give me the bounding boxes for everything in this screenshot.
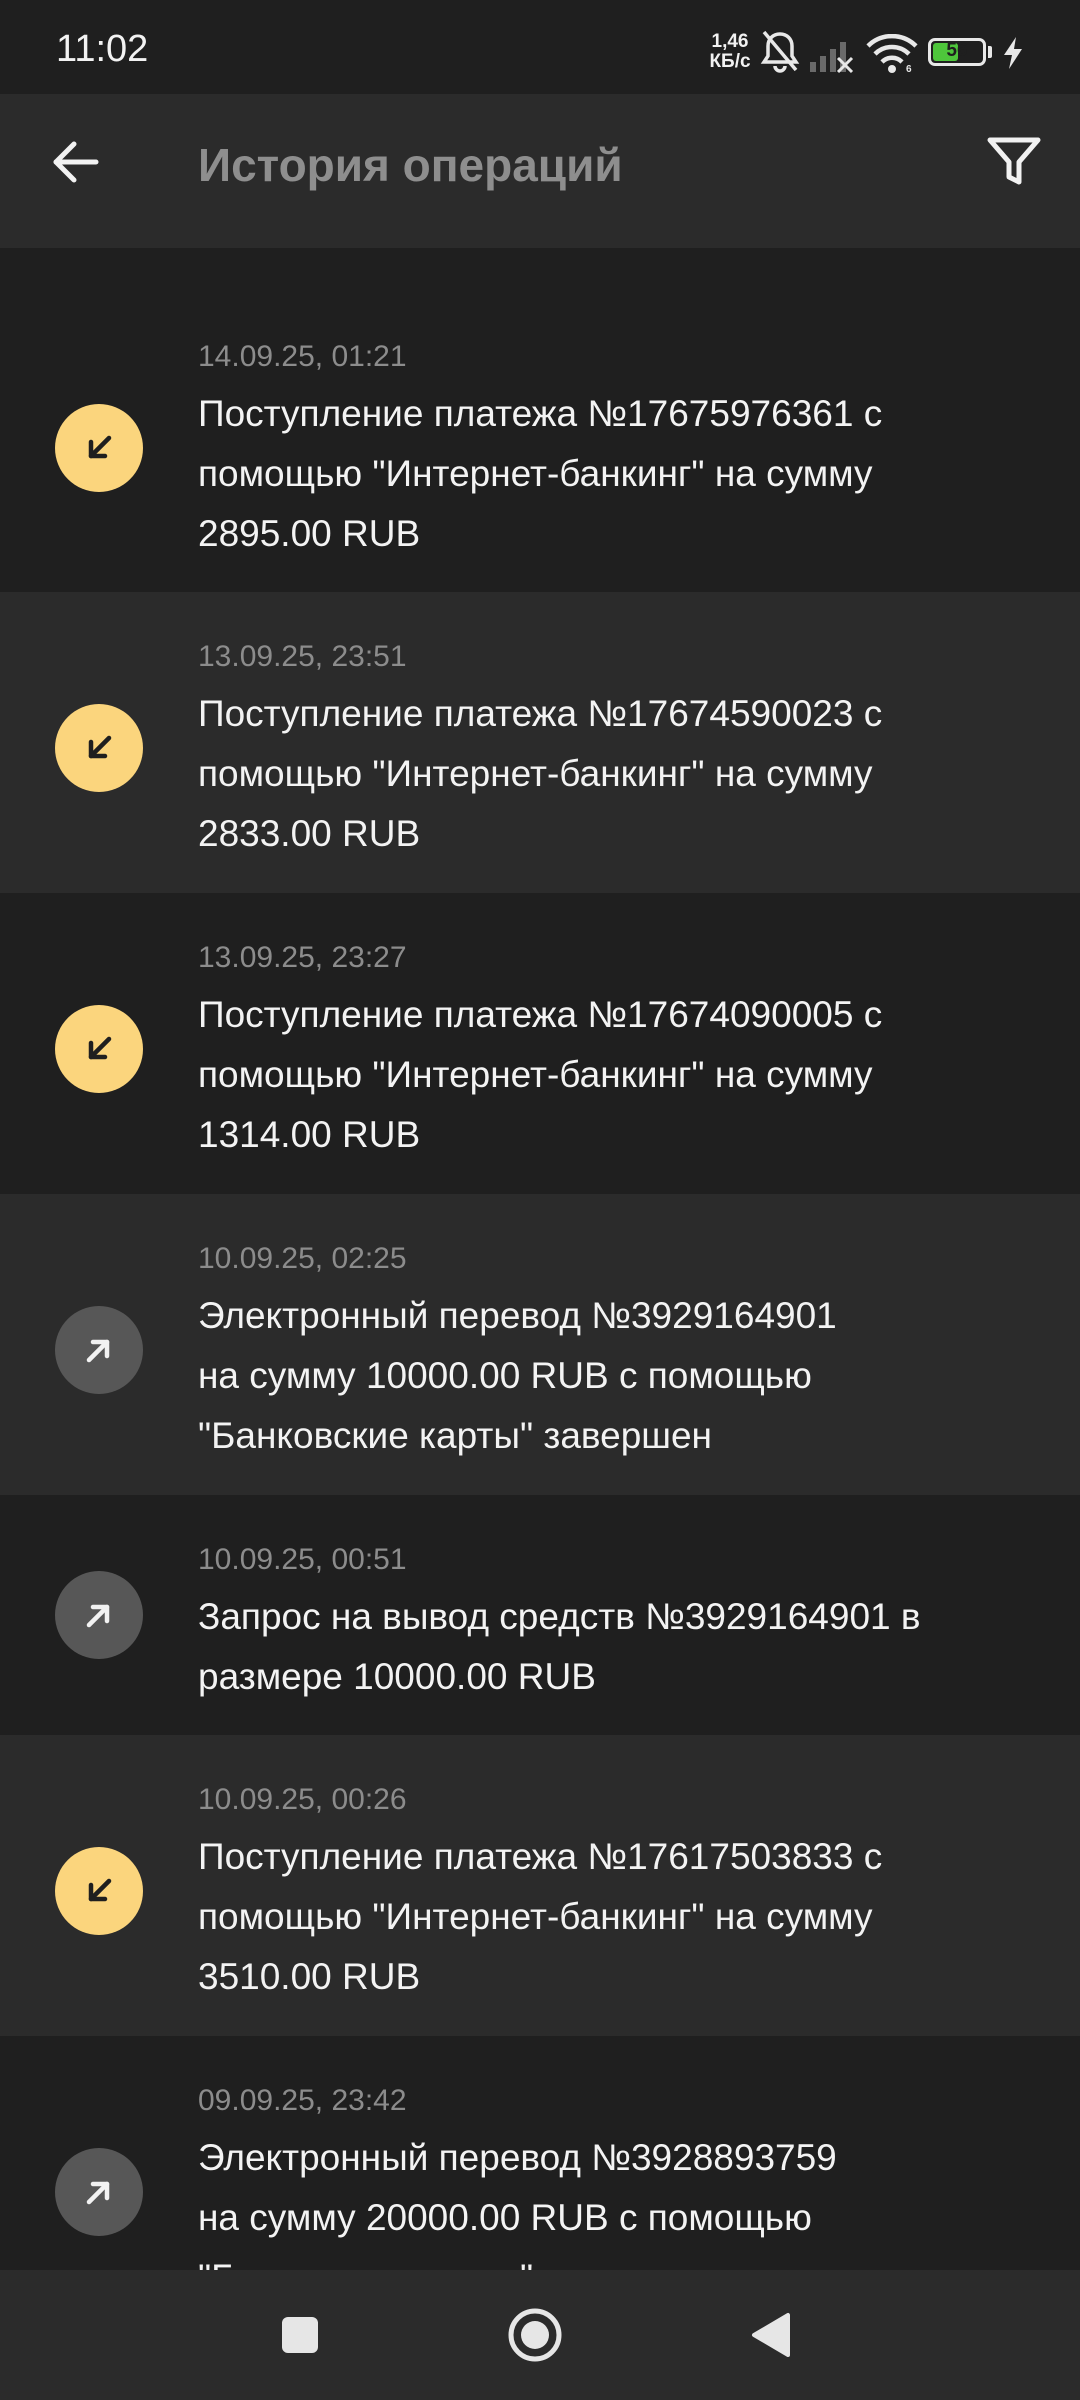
operation-description: Поступление платежа №17674590023 с помощ… (198, 693, 883, 854)
square-icon (280, 2315, 320, 2360)
operation-description: Электронный перевод №3929164901 на сумму… (198, 1295, 837, 1456)
list-top-spacer (0, 248, 1080, 292)
home-button[interactable] (490, 2292, 580, 2382)
arrow-down-left-icon (55, 404, 143, 492)
operation-description: Поступление платежа №17617503833 с помощ… (198, 1836, 883, 1997)
operation-description: Запрос на вывод средств №3929164901 в ра… (198, 1596, 921, 1697)
operation-row[interactable]: 10.09.25, 02:25 Электронный перевод №392… (0, 1194, 1080, 1495)
arrow-up-right-icon (55, 1571, 143, 1659)
arrow-down-left-icon (55, 704, 143, 792)
battery-percent: 56 (946, 40, 968, 61)
operation-row[interactable]: 09.09.25, 23:42 Электронный перевод №392… (0, 2036, 1080, 2270)
operation-description: Поступление платежа №17675976361 с помощ… (198, 393, 883, 554)
app-bar: История операций (0, 94, 1080, 248)
arrow-up-right-icon (55, 1306, 143, 1394)
arrow-up-right-icon (55, 2148, 143, 2236)
operations-list[interactable]: 14.09.25, 01:21 Поступление платежа №176… (0, 248, 1080, 2270)
svg-text:6: 6 (906, 64, 912, 74)
cell-signal-icon (808, 34, 854, 79)
home-circle-icon (505, 2305, 565, 2370)
arrow-down-left-icon (55, 1005, 143, 1093)
filter-icon (987, 137, 1041, 192)
triangle-back-icon (748, 2311, 792, 2364)
battery-icon: 56 (928, 38, 986, 66)
charging-bolt-icon (1002, 36, 1024, 75)
system-nav-bar (0, 2270, 1080, 2400)
operation-row[interactable]: 13.09.25, 23:51 Поступление платежа №176… (0, 592, 1080, 893)
operation-date: 10.09.25, 00:26 (198, 1783, 407, 1816)
operation-date: 10.09.25, 00:51 (198, 1543, 407, 1576)
operation-row[interactable]: 14.09.25, 01:21 Поступление платежа №176… (0, 292, 1080, 592)
battery-tip (988, 46, 992, 58)
operation-row[interactable]: 10.09.25, 00:51 Запрос на вывод средств … (0, 1495, 1080, 1735)
back-button[interactable] (36, 124, 116, 204)
bell-muted-icon (760, 30, 800, 79)
wifi-icon: 6 (866, 33, 918, 79)
arrow-left-icon (52, 140, 100, 189)
operation-date: 13.09.25, 23:51 (198, 640, 407, 673)
operation-description: Поступление платежа №17674090005 с помощ… (198, 994, 883, 1155)
network-speed: 1,46 КБ/с (709, 31, 751, 72)
operation-row[interactable]: 10.09.25, 00:26 Поступление платежа №176… (0, 1735, 1080, 2036)
recents-button[interactable] (255, 2292, 345, 2382)
operation-description: Электронный перевод №3928893759 на сумму… (198, 2137, 837, 2270)
back-nav-button[interactable] (725, 2292, 815, 2382)
operation-date: 13.09.25, 23:27 (198, 941, 407, 974)
operation-date: 10.09.25, 02:25 (198, 1242, 407, 1275)
status-time: 11:02 (56, 28, 149, 70)
operation-row[interactable]: 13.09.25, 23:27 Поступление платежа №176… (0, 893, 1080, 1194)
filter-button[interactable] (974, 124, 1054, 204)
status-bar: 11:02 1,46 КБ/с 6 56 (0, 0, 1080, 94)
arrow-down-left-icon (55, 1847, 143, 1935)
page-title: История операций (198, 139, 623, 191)
operation-date: 14.09.25, 01:21 (198, 340, 407, 373)
operation-date: 09.09.25, 23:42 (198, 2084, 407, 2117)
